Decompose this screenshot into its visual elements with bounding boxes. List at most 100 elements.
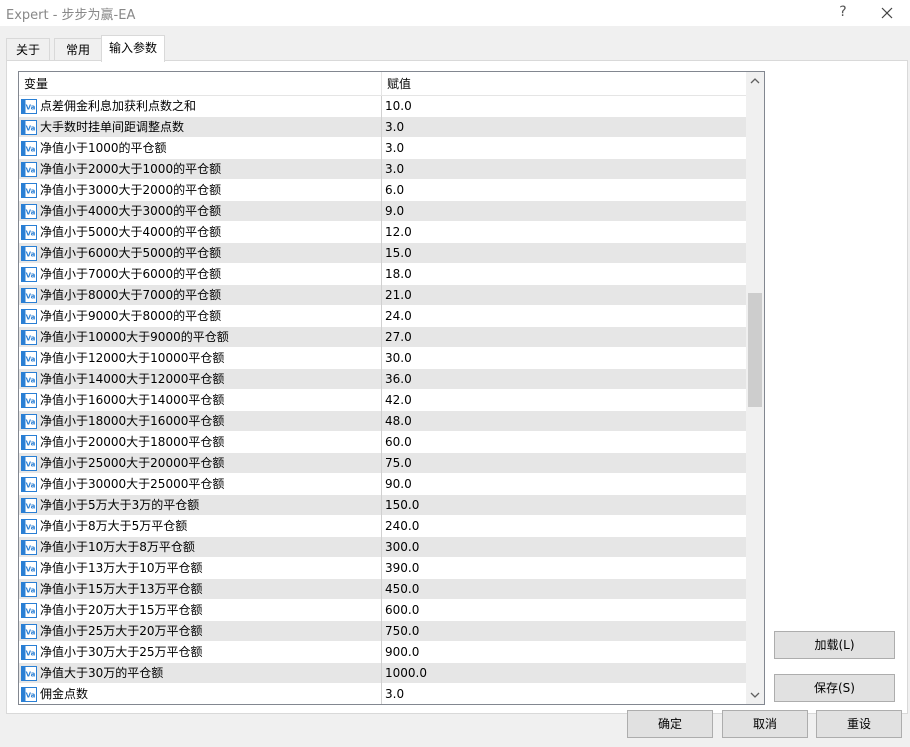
param-name-cell[interactable]: Va 净值小于12000大于10000平仓额: [19, 348, 381, 369]
table-row[interactable]: Va 净值小于6000大于5000的平仓额 15.0: [19, 243, 746, 264]
param-value[interactable]: 150.0: [385, 495, 419, 516]
ok-button[interactable]: 确定: [627, 710, 713, 738]
param-value[interactable]: 300.0: [385, 537, 419, 558]
scroll-up-icon[interactable]: [746, 72, 764, 90]
param-value[interactable]: 15.0: [385, 243, 412, 264]
table-row[interactable]: Va 净值小于5000大于4000的平仓额 12.0: [19, 222, 746, 243]
table-row[interactable]: Va 净值小于15万大于13万平仓额 450.0: [19, 579, 746, 600]
param-value[interactable]: 900.0: [385, 642, 419, 663]
param-name-cell[interactable]: Va 净值小于30万大于25万平仓额: [19, 642, 381, 663]
param-value[interactable]: 9.0: [385, 201, 404, 222]
table-row[interactable]: Va 净值小于30万大于25万平仓额 900.0: [19, 642, 746, 663]
param-name-cell[interactable]: Va 净值小于18000大于16000平仓额: [19, 411, 381, 432]
param-value[interactable]: 10.0: [385, 96, 412, 117]
param-value[interactable]: 1000.0: [385, 663, 427, 684]
table-row[interactable]: Va 净值小于7000大于6000的平仓额 18.0: [19, 264, 746, 285]
param-name-cell[interactable]: Va 点差佣金利息加获利点数之和: [19, 96, 381, 117]
table-row[interactable]: Va 净值小于14000大于12000平仓额 36.0: [19, 369, 746, 390]
param-value[interactable]: 240.0: [385, 516, 419, 537]
table-row[interactable]: Va 点差佣金利息加获利点数之和 10.0: [19, 96, 746, 117]
param-name-cell[interactable]: Va 净值小于4000大于3000的平仓额: [19, 201, 381, 222]
param-value[interactable]: 3.0: [385, 684, 404, 704]
param-name-cell[interactable]: Va 净值小于2000大于1000的平仓额: [19, 159, 381, 180]
table-row[interactable]: Va 净值小于8000大于7000的平仓额 21.0: [19, 285, 746, 306]
param-value[interactable]: 24.0: [385, 306, 412, 327]
table-row[interactable]: Va 净值小于1000的平仓额 3.0: [19, 138, 746, 159]
reset-button[interactable]: 重设: [816, 710, 902, 738]
param-value[interactable]: 3.0: [385, 117, 404, 138]
param-value[interactable]: 600.0: [385, 600, 419, 621]
param-name-cell[interactable]: Va 净值小于5万大于3万的平仓额: [19, 495, 381, 516]
param-value[interactable]: 3.0: [385, 159, 404, 180]
tab-common[interactable]: 常用: [54, 38, 102, 61]
param-value[interactable]: 36.0: [385, 369, 412, 390]
table-row[interactable]: Va 净值小于10000大于9000的平仓额 27.0: [19, 327, 746, 348]
param-name-cell[interactable]: Va 净值小于30000大于25000平仓额: [19, 474, 381, 495]
table-row[interactable]: Va 净值小于20000大于18000平仓额 60.0: [19, 432, 746, 453]
table-row[interactable]: Va 净值小于8万大于5万平仓额 240.0: [19, 516, 746, 537]
param-name-cell[interactable]: Va 净值大于30万的平仓额: [19, 663, 381, 684]
cancel-button[interactable]: 取消: [722, 710, 808, 738]
param-name-cell[interactable]: Va 净值小于25000大于20000平仓额: [19, 453, 381, 474]
param-value[interactable]: 21.0: [385, 285, 412, 306]
param-value[interactable]: 750.0: [385, 621, 419, 642]
table-row[interactable]: Va 净值小于16000大于14000平仓额 42.0: [19, 390, 746, 411]
load-button[interactable]: 加载(L): [774, 631, 895, 659]
param-name-cell[interactable]: Va 净值小于16000大于14000平仓额: [19, 390, 381, 411]
param-value[interactable]: 450.0: [385, 579, 419, 600]
tab-inputs[interactable]: 输入参数: [101, 35, 165, 62]
table-row[interactable]: Va 净值小于9000大于8000的平仓额 24.0: [19, 306, 746, 327]
column-header-value[interactable]: 赋值: [382, 72, 742, 96]
param-name-cell[interactable]: Va 净值小于1000的平仓额: [19, 138, 381, 159]
param-name-cell[interactable]: Va 净值小于15万大于13万平仓额: [19, 579, 381, 600]
table-row[interactable]: Va 净值小于10万大于8万平仓额 300.0: [19, 537, 746, 558]
table-row[interactable]: Va 净值小于2000大于1000的平仓额 3.0: [19, 159, 746, 180]
vertical-scrollbar[interactable]: [746, 72, 764, 704]
param-value[interactable]: 3.0: [385, 138, 404, 159]
table-row[interactable]: Va 净值小于3000大于2000的平仓额 6.0: [19, 180, 746, 201]
param-name-cell[interactable]: Va 净值小于9000大于8000的平仓额: [19, 306, 381, 327]
save-button[interactable]: 保存(S): [774, 674, 895, 702]
param-name-cell[interactable]: Va 净值小于3000大于2000的平仓额: [19, 180, 381, 201]
scroll-down-icon[interactable]: [746, 686, 764, 704]
param-value[interactable]: 75.0: [385, 453, 412, 474]
table-row[interactable]: Va 净值小于25000大于20000平仓额 75.0: [19, 453, 746, 474]
table-row[interactable]: Va 净值小于4000大于3000的平仓额 9.0: [19, 201, 746, 222]
param-value[interactable]: 90.0: [385, 474, 412, 495]
param-name-cell[interactable]: Va 净值小于10000大于9000的平仓额: [19, 327, 381, 348]
param-value[interactable]: 48.0: [385, 411, 412, 432]
param-value[interactable]: 60.0: [385, 432, 412, 453]
param-value[interactable]: 6.0: [385, 180, 404, 201]
param-name-cell[interactable]: Va 净值小于10万大于8万平仓额: [19, 537, 381, 558]
param-value[interactable]: 42.0: [385, 390, 412, 411]
param-name-cell[interactable]: Va 净值小于8万大于5万平仓额: [19, 516, 381, 537]
param-value[interactable]: 390.0: [385, 558, 419, 579]
param-name-cell[interactable]: Va 净值小于20000大于18000平仓额: [19, 432, 381, 453]
table-row[interactable]: Va 净值小于12000大于10000平仓额 30.0: [19, 348, 746, 369]
tab-about[interactable]: 关于: [6, 38, 50, 61]
param-name-cell[interactable]: Va 净值小于13万大于10万平仓额: [19, 558, 381, 579]
close-icon[interactable]: [876, 2, 898, 24]
param-name-cell[interactable]: Va 净值小于6000大于5000的平仓额: [19, 243, 381, 264]
table-row[interactable]: Va 净值小于30000大于25000平仓额 90.0: [19, 474, 746, 495]
param-name-cell[interactable]: Va 净值小于14000大于12000平仓额: [19, 369, 381, 390]
table-row[interactable]: Va 净值大于30万的平仓额 1000.0: [19, 663, 746, 684]
table-row[interactable]: Va 净值小于20万大于15万平仓额 600.0: [19, 600, 746, 621]
column-header-variable[interactable]: 变量: [19, 72, 381, 96]
table-row[interactable]: Va 净值小于13万大于10万平仓额 390.0: [19, 558, 746, 579]
param-value[interactable]: 30.0: [385, 348, 412, 369]
table-row[interactable]: Va 净值小于5万大于3万的平仓额 150.0: [19, 495, 746, 516]
param-name-cell[interactable]: Va 净值小于7000大于6000的平仓额: [19, 264, 381, 285]
param-name-cell[interactable]: Va 大手数时挂单间距调整点数: [19, 117, 381, 138]
param-name-cell[interactable]: Va 净值小于5000大于4000的平仓额: [19, 222, 381, 243]
table-row[interactable]: Va 净值小于25万大于20万平仓额 750.0: [19, 621, 746, 642]
param-value[interactable]: 27.0: [385, 327, 412, 348]
table-row[interactable]: Va 净值小于18000大于16000平仓额 48.0: [19, 411, 746, 432]
param-value[interactable]: 18.0: [385, 264, 412, 285]
help-icon[interactable]: ?: [833, 2, 853, 22]
table-row[interactable]: Va 佣金点数 3.0: [19, 684, 746, 704]
param-name-cell[interactable]: Va 净值小于20万大于15万平仓额: [19, 600, 381, 621]
param-value[interactable]: 12.0: [385, 222, 412, 243]
table-row[interactable]: Va 大手数时挂单间距调整点数 3.0: [19, 117, 746, 138]
scrollbar-thumb[interactable]: [748, 293, 762, 407]
